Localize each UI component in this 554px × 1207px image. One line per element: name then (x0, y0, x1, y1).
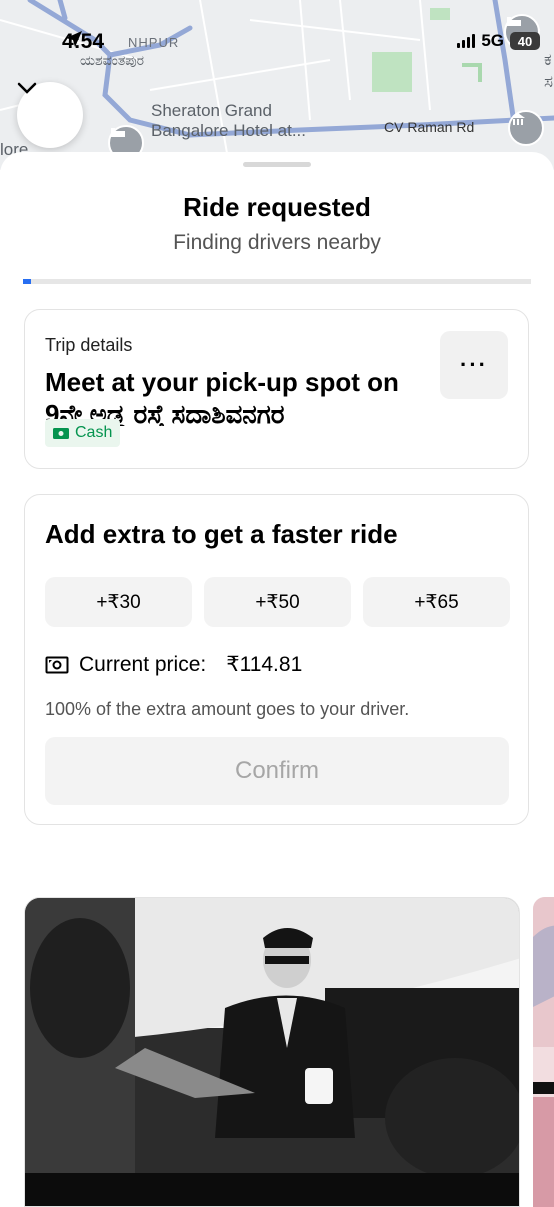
pickup-instruction: Meet at your pick-up spot on 9ನೇ ಅಡ್ಡ ರಸ… (45, 367, 399, 426)
confirm-button[interactable]: Confirm (45, 737, 509, 805)
add-extra-card: Add extra to get a faster ride +₹30 +₹50… (24, 494, 529, 825)
current-price-label: Current price: (79, 652, 207, 676)
location-arrow-icon (66, 31, 82, 47)
cash-icon (53, 427, 69, 439)
extra-options: +₹30 +₹50 +₹65 (45, 577, 510, 627)
extra-50-button[interactable]: +₹50 (204, 577, 351, 627)
map-view[interactable]: NHPUR ಯಶವಂತಪುರ Sheraton Grand Bangalore … (0, 0, 554, 170)
status-indicators: 5G 40 (457, 31, 540, 51)
payment-badge: Cash (45, 419, 121, 447)
trip-details-label: Trip details (45, 335, 133, 355)
trip-details-card[interactable]: Trip details Meet at your pick-up spot o… (24, 309, 529, 469)
collapse-button[interactable] (17, 82, 83, 148)
chevron-down-icon (17, 82, 37, 94)
promo-photo (25, 898, 519, 1206)
current-price-row: Current price: ₹114.81 (45, 652, 302, 677)
map-label-edge-right-2: ಸ (544, 72, 554, 91)
add-extra-title: Add extra to get a faster ride (45, 519, 398, 549)
promo-image-card[interactable] (24, 897, 520, 1207)
extra-30-button[interactable]: +₹30 (45, 577, 192, 627)
driver-note: 100% of the extra amount goes to your dr… (45, 699, 410, 719)
search-progress-fill (23, 279, 31, 284)
search-progress-bar (23, 279, 531, 284)
promo-photo-next (533, 897, 554, 1207)
money-icon (45, 656, 69, 673)
extra-65-button[interactable]: +₹65 (363, 577, 510, 627)
network-type: 5G (481, 31, 504, 50)
battery-indicator: 40 (510, 32, 540, 50)
ride-sheet: Ride requested Finding drivers nearby Tr… (0, 152, 554, 1207)
more-options-button[interactable]: ··· (440, 331, 508, 399)
current-price-value: ₹114.81 (226, 653, 303, 676)
map-label-road: CV Raman Rd (384, 119, 475, 135)
status-time: 4:54 (62, 30, 104, 54)
bank-icon[interactable] (508, 110, 544, 146)
sheet-drag-handle[interactable] (243, 162, 311, 167)
page-title: Ride requested (183, 192, 371, 222)
page-subtitle: Finding drivers nearby (173, 231, 381, 254)
map-label-edge-right: ಕ (544, 50, 552, 69)
promo-image-card-next[interactable] (533, 897, 554, 1207)
signal-icon (457, 34, 476, 48)
payment-method: Cash (75, 424, 113, 441)
map-label-hotel: Sheraton Grand Bangalore Hotel at... (151, 101, 306, 140)
map-roads (0, 0, 554, 170)
more-icon: ··· (460, 352, 488, 377)
